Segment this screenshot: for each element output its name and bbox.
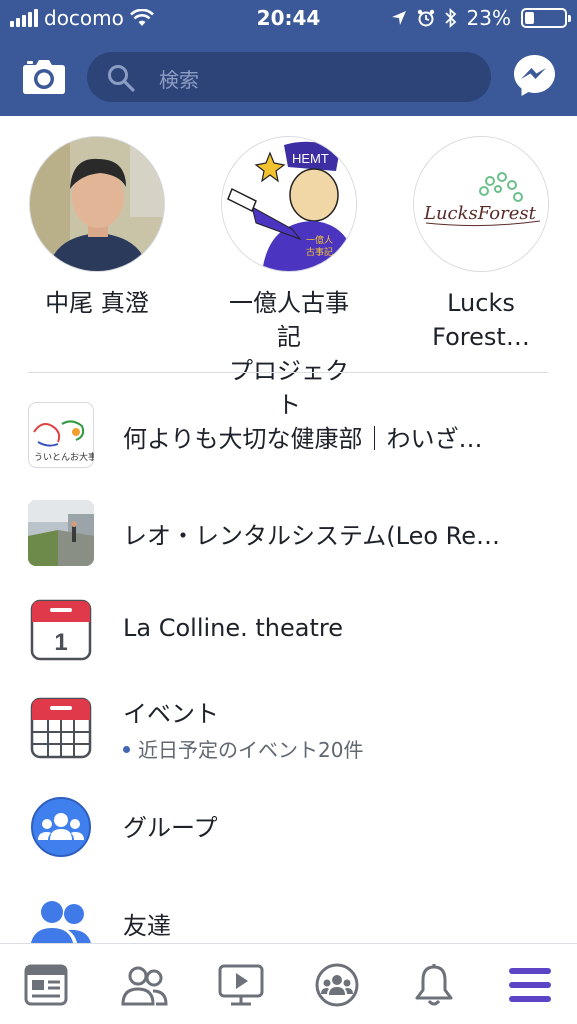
status-bar: docomo 20:44 23% [0, 0, 577, 38]
list-item-label: La Colline. theatre [123, 614, 343, 642]
alarm-icon [417, 9, 434, 27]
list-item-groups[interactable]: グループ [0, 786, 577, 866]
camera-icon[interactable] [22, 55, 66, 95]
events-calendar-icon [28, 696, 94, 762]
notifications-icon[interactable] [410, 962, 458, 1008]
friends-icon[interactable] [120, 962, 168, 1008]
list-item-events[interactable]: イベント 近日予定のイベント20件 [0, 690, 577, 780]
list-item-health-club[interactable]: ういとんお大事に 何よりも大切な健康部｜わいざ… [0, 395, 577, 475]
list-item-label: グループ [123, 814, 218, 842]
bluetooth-icon [444, 8, 456, 28]
page-avatar: LucksForest [413, 136, 549, 272]
search-placeholder: 検索 [159, 68, 199, 92]
groups-icon[interactable] [313, 962, 361, 1008]
search-input[interactable]: 検索 [87, 52, 491, 102]
groups-icon [28, 794, 94, 860]
shortcut-name: Lucks Forest… [432, 289, 530, 351]
list-item-label: レオ・レンタルシステム(Leo Re… [123, 522, 501, 550]
battery-icon [521, 8, 571, 28]
page-thumbnail [28, 500, 94, 566]
events-count: 近日予定のイベント20件 [123, 734, 363, 763]
news-feed-icon[interactable] [22, 962, 70, 1008]
avatar [29, 136, 165, 272]
list-item-leo-rental[interactable]: レオ・レンタルシステム(Leo Re… [0, 492, 577, 572]
svg-text:LucksForest: LucksForest [423, 203, 537, 224]
battery-percent: 23% [466, 6, 511, 30]
list-item-la-colline[interactable]: 1 La Colline. theatre [0, 590, 577, 670]
bottom-tab-bar [0, 943, 577, 1024]
menu-icon[interactable] [506, 962, 554, 1008]
location-icon [391, 11, 406, 25]
svg-text:一億人: 一億人 [306, 234, 333, 246]
list-item-label: 何よりも大切な健康部｜わいざ… [123, 425, 483, 453]
watch-icon[interactable] [217, 962, 265, 1008]
top-bar: docomo 20:44 23% 検索 [0, 0, 577, 116]
page-avatar: HEMT 一億人 古事記 [221, 136, 357, 272]
shortcut-page-lucks-forest[interactable]: LucksForest Lucks Forest… [411, 136, 551, 354]
search-icon [108, 65, 135, 92]
list-item-label: 友達 [123, 912, 171, 940]
shortcut-profile[interactable]: 中尾 真澄 [27, 136, 167, 320]
svg-text:ういとんお大事に: ういとんお大事に [34, 451, 94, 463]
section-divider [28, 372, 548, 373]
svg-text:1: 1 [54, 629, 67, 656]
list-item-label: イベント [123, 700, 219, 728]
svg-text:HEMT: HEMT [292, 151, 329, 166]
svg-text:古事記: 古事記 [306, 246, 333, 258]
messenger-icon[interactable] [512, 53, 557, 98]
calendar-day-icon: 1 [28, 598, 94, 664]
shortcut-name: 中尾 真澄 [45, 289, 149, 317]
shortcut-page-kojiki[interactable]: HEMT 一億人 古事記 一億人古事記 プロジェクト [219, 136, 359, 422]
page-thumbnail: ういとんお大事に [28, 402, 106, 468]
unread-dot [123, 746, 130, 753]
